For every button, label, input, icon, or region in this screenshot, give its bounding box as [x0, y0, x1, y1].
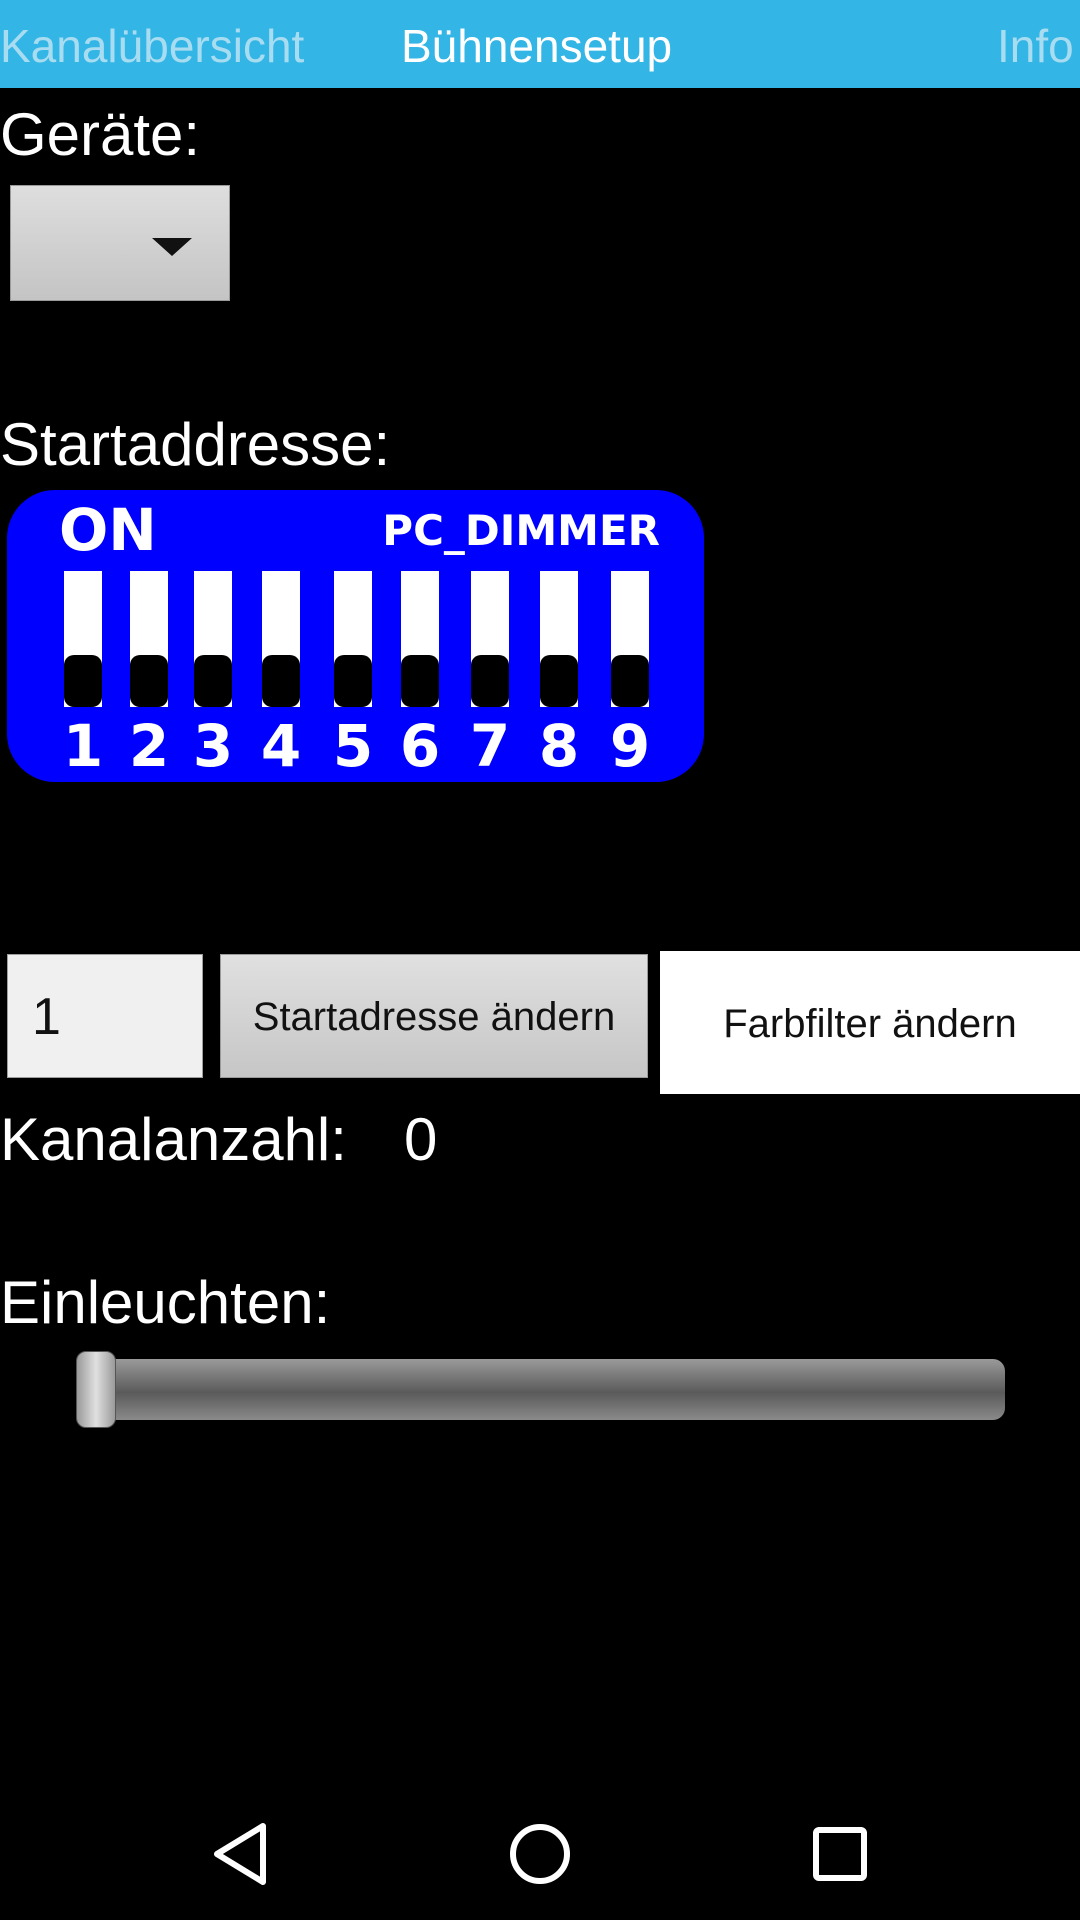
dip-number: 8: [538, 712, 580, 780]
dip-switch-8[interactable]: [540, 571, 578, 707]
channel-count-label: Kanalanzahl:: [0, 1106, 347, 1173]
dip-switch-6[interactable]: [401, 571, 439, 707]
dip-switch-9[interactable]: [611, 571, 649, 707]
start-address-label: Startaddresse:: [0, 411, 391, 478]
illumination-label: Einleuchten:: [0, 1269, 331, 1336]
tab-kanaluebersicht[interactable]: Kanalübersicht: [0, 0, 304, 88]
switch-knob: [130, 655, 168, 707]
channel-count-value: 0: [404, 1106, 438, 1173]
switch-knob: [194, 655, 232, 707]
home-icon[interactable]: [490, 1804, 590, 1904]
dip-number: 3: [192, 712, 234, 780]
devices-dropdown[interactable]: [10, 185, 230, 301]
dip-switch-5[interactable]: [334, 571, 372, 707]
switch-knob: [262, 655, 300, 707]
dip-number: 9: [609, 712, 651, 780]
tab-info[interactable]: Info: [997, 0, 1074, 88]
recents-icon[interactable]: [790, 1804, 890, 1904]
dip-number: 6: [399, 712, 441, 780]
start-address-input[interactable]: 1: [7, 954, 203, 1078]
back-icon[interactable]: [191, 1804, 291, 1904]
navigation-bar: [0, 1780, 1080, 1920]
dip-number: 4: [260, 712, 302, 780]
switch-knob: [401, 655, 439, 707]
dip-switch-3[interactable]: [194, 571, 232, 707]
switch-knob: [611, 655, 649, 707]
dip-switch-2[interactable]: [130, 571, 168, 707]
change-color-filter-button[interactable]: Farbfilter ändern: [660, 951, 1080, 1094]
dropdown-arrow-icon: [152, 238, 192, 256]
illumination-slider[interactable]: [76, 1351, 1005, 1428]
switch-knob: [64, 655, 102, 707]
devices-label: Geräte:: [0, 101, 201, 168]
dip-switch-1[interactable]: [64, 571, 102, 707]
slider-thumb[interactable]: [76, 1351, 116, 1428]
dip-number: 1: [62, 712, 104, 780]
switch-knob: [471, 655, 509, 707]
switch-knob: [540, 655, 578, 707]
tab-bar: Kanalübersicht Bühnensetup Info: [0, 0, 1080, 88]
screen: Kanalübersicht Bühnensetup Info Geräte: …: [0, 0, 1080, 1920]
dip-number: 7: [469, 712, 511, 780]
dip-on-label: ON: [59, 496, 157, 564]
dip-switch-4[interactable]: [262, 571, 300, 707]
dip-number: 2: [128, 712, 170, 780]
dip-switch-7[interactable]: [471, 571, 509, 707]
tab-buehnensetup[interactable]: Bühnensetup: [401, 0, 672, 88]
switch-knob: [334, 655, 372, 707]
dip-number: 5: [332, 712, 374, 780]
dip-switch: ON PC_DIMMER 1 2 3 4 5 6 7 8 9: [7, 490, 704, 782]
dip-brand-label: PC_DIMMER: [382, 506, 660, 555]
change-start-address-button[interactable]: Startadresse ändern: [220, 954, 648, 1078]
